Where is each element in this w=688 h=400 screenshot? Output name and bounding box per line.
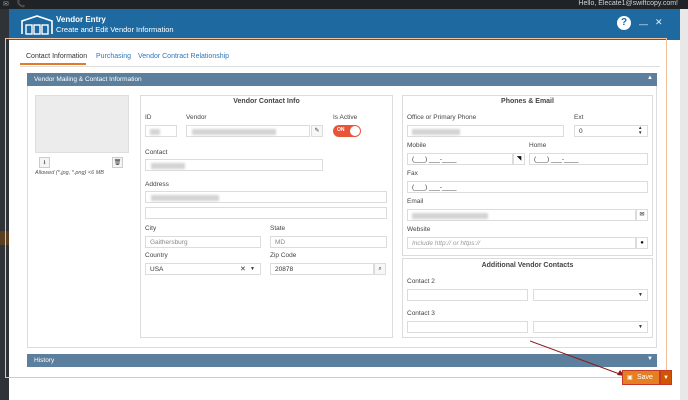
contact3-select[interactable]: ▼ <box>533 321 648 333</box>
address-line2-field[interactable] <box>145 207 387 219</box>
contact3-label: Contact 3 <box>407 310 435 317</box>
trash-icon[interactable]: 🗑 <box>112 157 123 168</box>
globe-icon[interactable]: ● <box>636 237 648 249</box>
state-field[interactable]: MD <box>270 236 387 248</box>
fax-field[interactable]: (___) ___-____ <box>407 181 648 193</box>
search-icon[interactable]: ⌕ <box>374 263 386 275</box>
rss-icon[interactable]: ◥ <box>513 153 525 165</box>
address-label: Address <box>145 181 169 188</box>
modal-header: Vendor Entry Create and Edit Vendor Info… <box>9 9 680 40</box>
tab-purchasing[interactable]: Purchasing <box>96 53 131 60</box>
vendor-label: Vendor <box>186 114 207 121</box>
chevron-down-icon[interactable]: ▼ <box>250 266 255 272</box>
contact3-field[interactable] <box>407 321 528 333</box>
ext-field[interactable]: 0 ▲ ▼ <box>574 125 648 137</box>
app-nav-icons[interactable]: ✉ 📞 <box>3 0 29 8</box>
additional-contacts-title: Additional Vendor Contacts <box>481 262 574 269</box>
save-button[interactable]: ▣ Save <box>622 370 660 385</box>
office-phone-field[interactable] <box>407 125 564 137</box>
id-label: ID <box>145 114 152 121</box>
website-field[interactable]: Include http:// or https:// <box>407 237 636 249</box>
city-field[interactable]: Gaithersburg <box>145 236 261 248</box>
close-icon[interactable]: ✕ <box>655 17 663 28</box>
floppy-disk-icon: ▣ <box>627 375 633 381</box>
zip-field[interactable]: 20878 <box>270 263 374 275</box>
chevron-down-icon[interactable]: ▼ <box>638 292 643 298</box>
chevron-up-icon[interactable]: ▲ <box>647 75 653 81</box>
website-label: Website <box>407 226 431 233</box>
contact2-label: Contact 2 <box>407 278 435 285</box>
address-line1-field[interactable] <box>145 191 387 203</box>
country-label: Country <box>145 252 168 259</box>
minimize-icon[interactable]: — <box>639 19 648 29</box>
is-active-label: Is Active <box>333 114 358 121</box>
city-label: City <box>145 225 157 232</box>
photo-allowed-note: Allowed (*.jpg, *.png) <6 MB <box>35 170 104 176</box>
toggle-knob <box>350 126 360 136</box>
vendor-field[interactable] <box>186 125 310 137</box>
is-active-toggle[interactable]: ON <box>333 125 361 137</box>
history-title: History <box>34 357 55 364</box>
contact2-select[interactable]: ▼ <box>533 289 648 301</box>
section-title: Vendor Mailing & Contact Information <box>34 76 142 83</box>
edit-pencil-icon[interactable]: ✎ <box>311 125 323 137</box>
home-label: Home <box>529 142 547 149</box>
vendor-contact-info-title: Vendor Contact Info <box>233 98 300 105</box>
modal-title: Vendor Entry <box>56 15 106 24</box>
spinner-icon[interactable]: ▲ ▼ <box>638 125 642 135</box>
section-header-mailing[interactable]: Vendor Mailing & Contact Information ▲ <box>27 73 657 86</box>
tab-divider <box>20 66 660 67</box>
id-field[interactable] <box>145 125 177 137</box>
active-tab-indicator <box>20 63 86 65</box>
app-topbar: ✉ 📞 Hello, Elecate1@swiftcopy.com! <box>0 0 688 9</box>
state-label: State <box>270 225 286 232</box>
contact-label: Contact <box>145 149 168 156</box>
mobile-label: Mobile <box>407 142 427 149</box>
envelope-icon[interactable]: ✉ <box>636 209 648 221</box>
tab-vendor-contract-relationship[interactable]: Vendor Contract Relationship <box>138 53 229 60</box>
phones-email-title: Phones & Email <box>501 98 554 105</box>
contact2-field[interactable] <box>407 289 528 301</box>
fax-label: Fax <box>407 170 418 177</box>
user-greeting[interactable]: Hello, Elecate1@swiftcopy.com! <box>578 0 678 7</box>
office-phone-label: Office or Primary Phone <box>407 114 477 121</box>
country-select[interactable]: USA ✕ ▼ <box>145 263 261 275</box>
mobile-field[interactable]: (___) ___-____ <box>407 153 513 165</box>
chevron-down-icon[interactable]: ▼ <box>638 324 643 330</box>
home-field[interactable]: (___) ___-____ <box>529 153 648 165</box>
contact-field[interactable] <box>145 159 323 171</box>
help-button[interactable]: ? <box>617 16 631 30</box>
ext-label: Ext <box>574 114 584 121</box>
email-field[interactable] <box>407 209 636 221</box>
modal-subtitle: Create and Edit Vendor Information <box>56 25 174 34</box>
chevron-down-icon[interactable]: ▼ <box>647 356 653 362</box>
email-label: Email <box>407 198 424 205</box>
vendor-photo[interactable] <box>35 95 129 153</box>
zip-label: Zip Code <box>270 252 297 259</box>
background-scroll-area <box>680 9 688 400</box>
clear-x-icon[interactable]: ✕ <box>240 265 246 273</box>
toggle-state: ON <box>337 127 345 133</box>
upload-icon[interactable]: ⭳ <box>39 157 50 168</box>
annotation-arrow <box>530 340 626 377</box>
save-options-dropdown[interactable]: ▼ <box>660 370 672 385</box>
warehouse-logo-icon <box>21 15 53 35</box>
tab-contact-information[interactable]: Contact Information <box>26 53 87 60</box>
